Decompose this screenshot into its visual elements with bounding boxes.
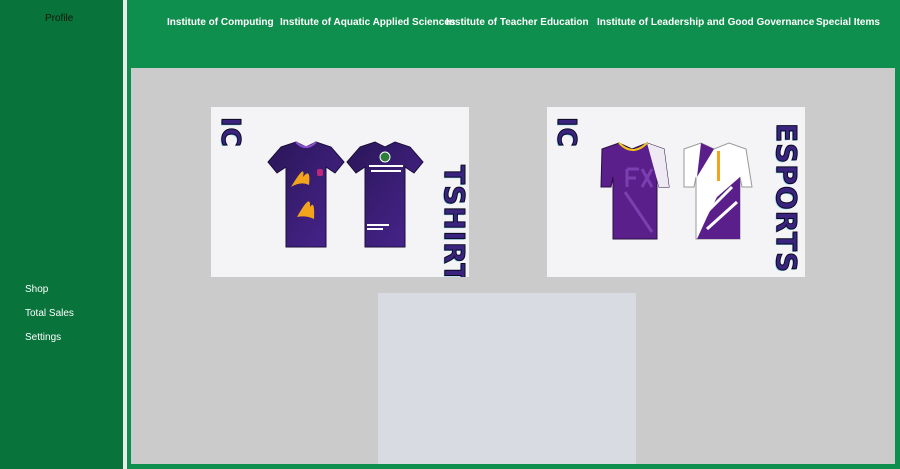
product-card-ic-esports[interactable]: IC ESPORTS xyxy=(547,107,805,277)
tshirt-image xyxy=(267,141,424,248)
product-grid: IC TSHIRT IC ESPORTS xyxy=(131,68,895,464)
product-side-text: ESPORTS xyxy=(770,123,804,274)
profile-label[interactable]: Profile xyxy=(45,13,73,24)
nav-institute-of-aquatic-applied-sciences[interactable]: Institute of Aquatic Applied Sciences xyxy=(280,17,455,28)
nav-institute-of-teacher-education[interactable]: Institute of Teacher Education xyxy=(446,17,589,28)
sidebar-divider xyxy=(123,0,127,469)
brand-text-ic: IC xyxy=(215,117,246,149)
product-side-text: TSHIRT xyxy=(438,165,470,278)
sidebar-item-total-sales[interactable]: Total Sales xyxy=(25,308,74,319)
sidebar: Profile Shop Total Sales Settings xyxy=(0,0,123,469)
empty-product-card xyxy=(378,293,636,464)
sidebar-item-settings[interactable]: Settings xyxy=(25,332,61,343)
top-navigation: Institute of Computing Institute of Aqua… xyxy=(127,0,900,66)
nav-special-items[interactable]: Special Items xyxy=(816,17,880,28)
nav-institute-of-computing[interactable]: Institute of Computing xyxy=(167,17,274,28)
sidebar-item-shop[interactable]: Shop xyxy=(25,284,48,295)
esports-jersey-image xyxy=(600,142,753,240)
brand-text-ic: IC xyxy=(551,117,582,149)
nav-institute-of-leadership[interactable]: Institute of Leadership and Good Governa… xyxy=(597,17,814,28)
product-card-ic-tshirt[interactable]: IC TSHIRT xyxy=(211,107,469,277)
